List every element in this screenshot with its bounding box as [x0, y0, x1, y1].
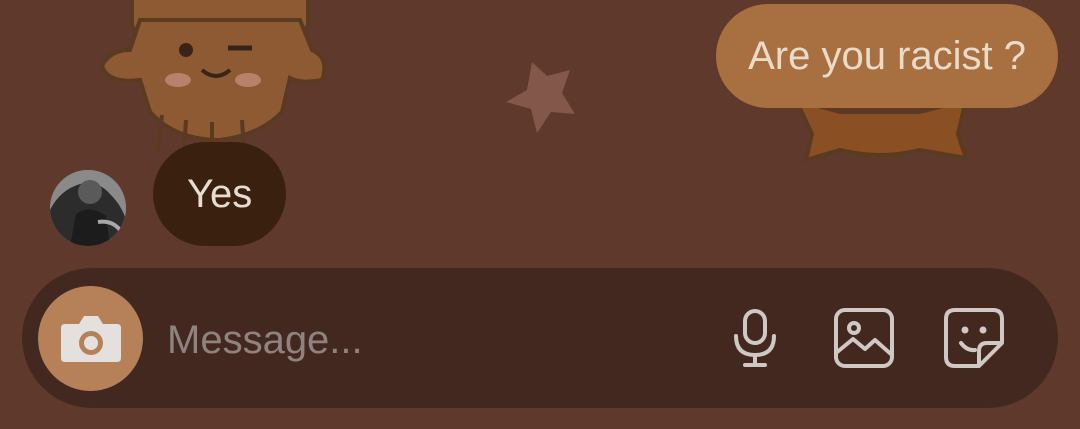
image-icon: [834, 308, 894, 368]
voice-message-button[interactable]: [721, 304, 789, 372]
received-message-bubble[interactable]: Yes: [153, 142, 287, 246]
sent-message-bubble[interactable]: Are you racist ?: [716, 4, 1058, 108]
sticker-icon: [944, 308, 1004, 368]
avatar-photo: [50, 170, 126, 246]
sticker-button[interactable]: [940, 304, 1008, 372]
star-doodle: [506, 62, 575, 133]
bear-doodle-left: [99, 0, 327, 151]
avatar[interactable]: [50, 170, 126, 246]
message-composer: [22, 268, 1058, 408]
camera-icon: [60, 315, 121, 362]
microphone-icon: [734, 309, 776, 367]
message-input[interactable]: [167, 308, 697, 372]
gallery-button[interactable]: [830, 304, 898, 372]
bear-doodle-right: [792, 96, 969, 163]
received-message-text: Yes: [187, 171, 253, 216]
sent-message-text: Are you racist ?: [748, 33, 1026, 78]
camera-button[interactable]: [38, 286, 143, 391]
